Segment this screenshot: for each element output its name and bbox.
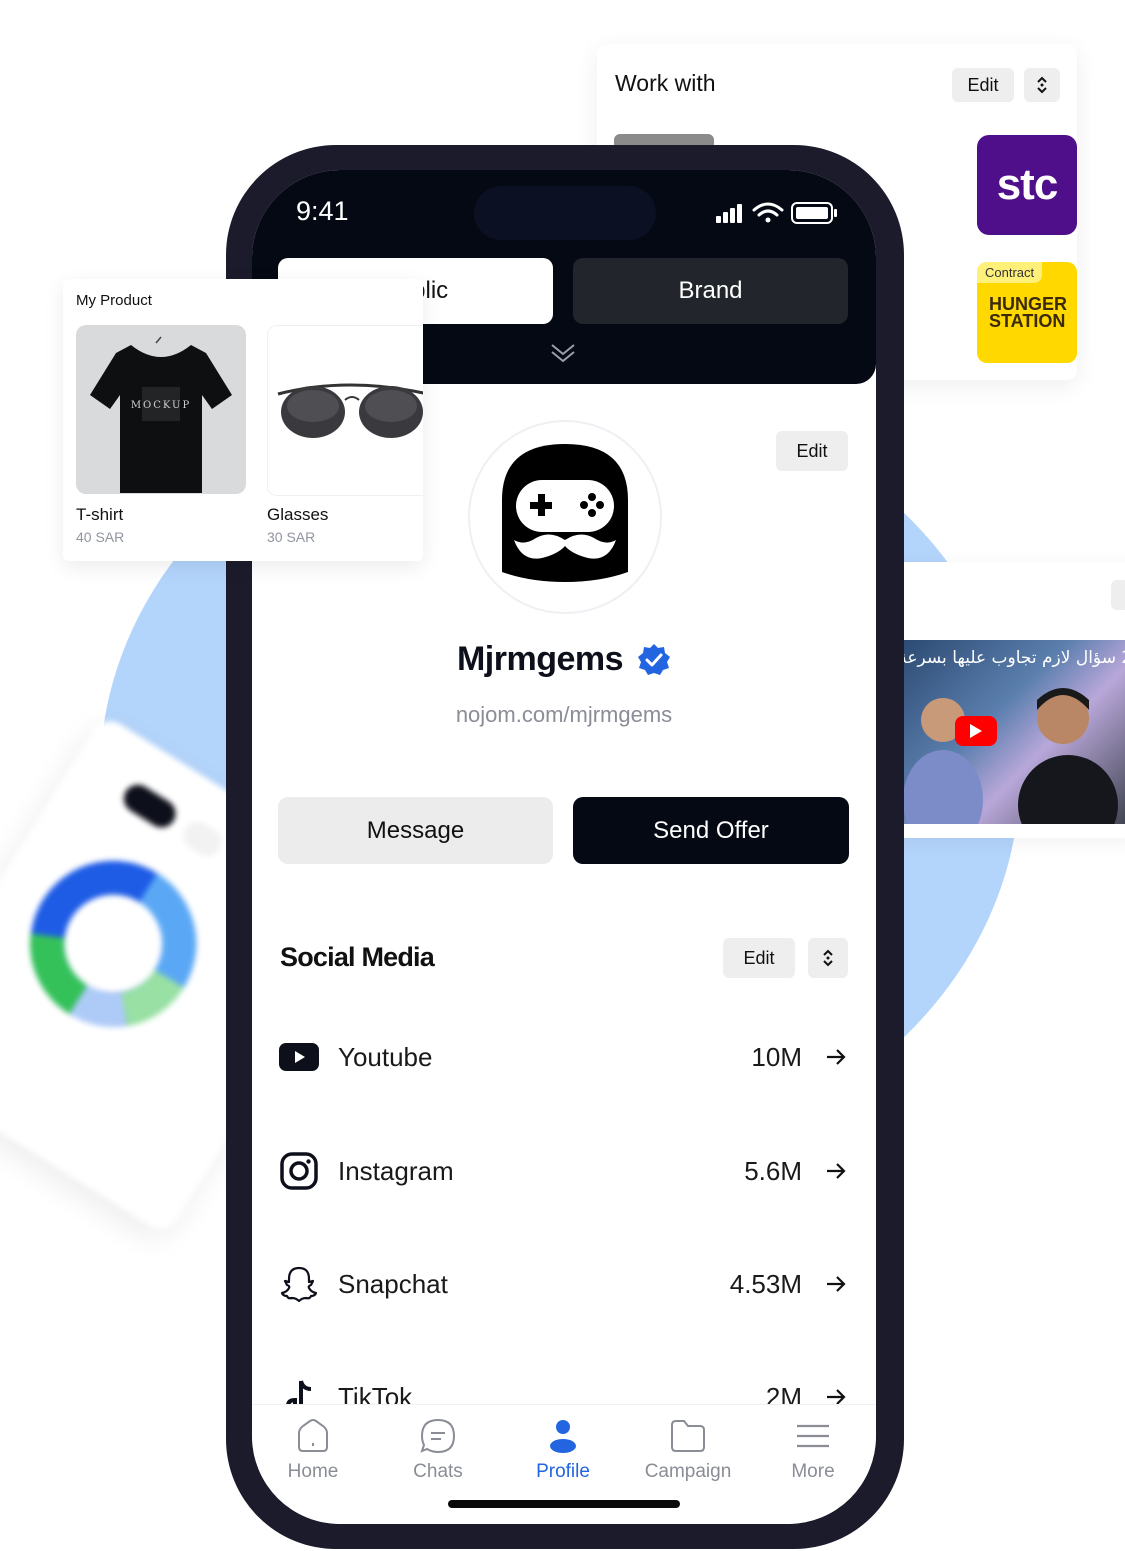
signal-icon [716,204,742,223]
product-image-tshirt[interactable]: MOCKUP [76,325,246,494]
social-edit-button[interactable]: Edit [723,938,795,978]
social-sort-button[interactable] [808,938,848,978]
nav-home[interactable]: Home [258,1417,368,1483]
chevron-down-icon[interactable] [550,342,576,364]
social-row-snapchat[interactable]: Snapchat 4.53M [278,1259,848,1309]
product-card-title: My Product [76,292,152,309]
tab-brand[interactable]: Brand [573,258,848,324]
gamer-mustache-avatar [502,444,628,582]
status-icons [716,202,837,224]
menu-icon [797,1424,829,1448]
contract-badge: Contract [977,262,1043,283]
social-row-youtube[interactable]: Youtube 10M [278,1032,848,1082]
nav-label: Campaign [644,1461,732,1482]
tshirt-print-text: MOCKUP [131,400,191,411]
video-card: 25 سؤال لازم تجاوب عليها بسرعة و [895,562,1125,838]
folder-icon [671,1420,705,1452]
profile-name-row: Mjrmgems [252,640,876,679]
sort-icon [823,949,833,967]
home-indicator [448,1500,680,1508]
battery-icon [791,202,837,224]
profile-icon [550,1420,576,1453]
social-count: 5.6M [744,1155,802,1186]
work-with-edit-button[interactable]: Edit [952,68,1014,102]
profile-name: Mjrmgems [456,640,624,678]
product-price: 40 SAR [76,529,125,545]
nav-label: Home [287,1461,339,1482]
nav-chats[interactable]: Chats [383,1417,493,1483]
arrow-right-icon [827,1049,846,1065]
social-media-title: Social Media [280,942,435,972]
work-with-title: Work with [615,70,716,96]
chart-tab-pill [118,779,181,833]
video-people-illustration [903,688,1118,824]
social-count: 4.53M [729,1268,802,1299]
sort-icon [1037,76,1047,94]
hunger-station-logo[interactable]: Contract HUNGER STATION [977,262,1077,363]
product-image-glasses[interactable] [267,325,423,496]
nav-label: Profile [536,1461,590,1482]
social-label: Snapchat [338,1268,448,1299]
tshirt-image: MOCKUP [90,336,232,493]
chart-tab [177,816,227,862]
youtube-icon [278,1036,320,1078]
wifi-icon [752,202,784,223]
nav-profile[interactable]: Profile [508,1417,618,1483]
play-button[interactable] [955,716,997,746]
status-time: 9:41 [296,196,349,226]
video-edit-button[interactable] [1111,580,1125,610]
nav-label: Chats [413,1461,463,1482]
video-title: 25 سؤال لازم تجاوب عليها بسرعة و [903,648,1125,668]
product-name: Glasses [267,505,329,524]
hunger-station-wordmark: HUNGER STATION [989,294,1068,331]
donut-chart [30,860,197,1028]
social-label: Instagram [338,1155,454,1186]
social-count: 10M [751,1041,802,1072]
product-price: 30 SAR [267,529,316,545]
arrow-right-icon [827,1163,846,1179]
profile-url[interactable]: nojom.com/mjrmgems [252,702,876,728]
play-icon [970,724,982,738]
nav-label: More [791,1461,835,1482]
glasses-image [277,383,423,438]
my-product-card: My Product MOCKUP T-shirt 40 SAR Glasses… [63,279,423,561]
chat-icon [420,1418,456,1454]
avatar[interactable] [468,420,662,614]
send-offer-button[interactable]: Send Offer [573,797,849,864]
arrow-right-icon [827,1276,846,1292]
video-thumbnail[interactable]: 25 سؤال لازم تجاوب عليها بسرعة و [903,640,1125,824]
social-label: Youtube [338,1041,433,1072]
dynamic-island [474,186,656,240]
work-with-sort-button[interactable] [1024,68,1060,102]
nav-more[interactable]: More [758,1417,868,1483]
instagram-icon [278,1150,320,1192]
product-name: T-shirt [76,505,124,524]
home-icon [298,1419,328,1452]
social-row-instagram[interactable]: Instagram 5.6M [278,1146,848,1196]
nav-campaign[interactable]: Campaign [633,1417,743,1483]
message-button[interactable]: Message [278,797,553,864]
snapchat-icon [278,1263,320,1305]
verified-badge-icon [638,643,671,675]
profile-edit-button[interactable]: Edit [776,431,848,471]
stc-logo[interactable]: stc [977,135,1077,235]
